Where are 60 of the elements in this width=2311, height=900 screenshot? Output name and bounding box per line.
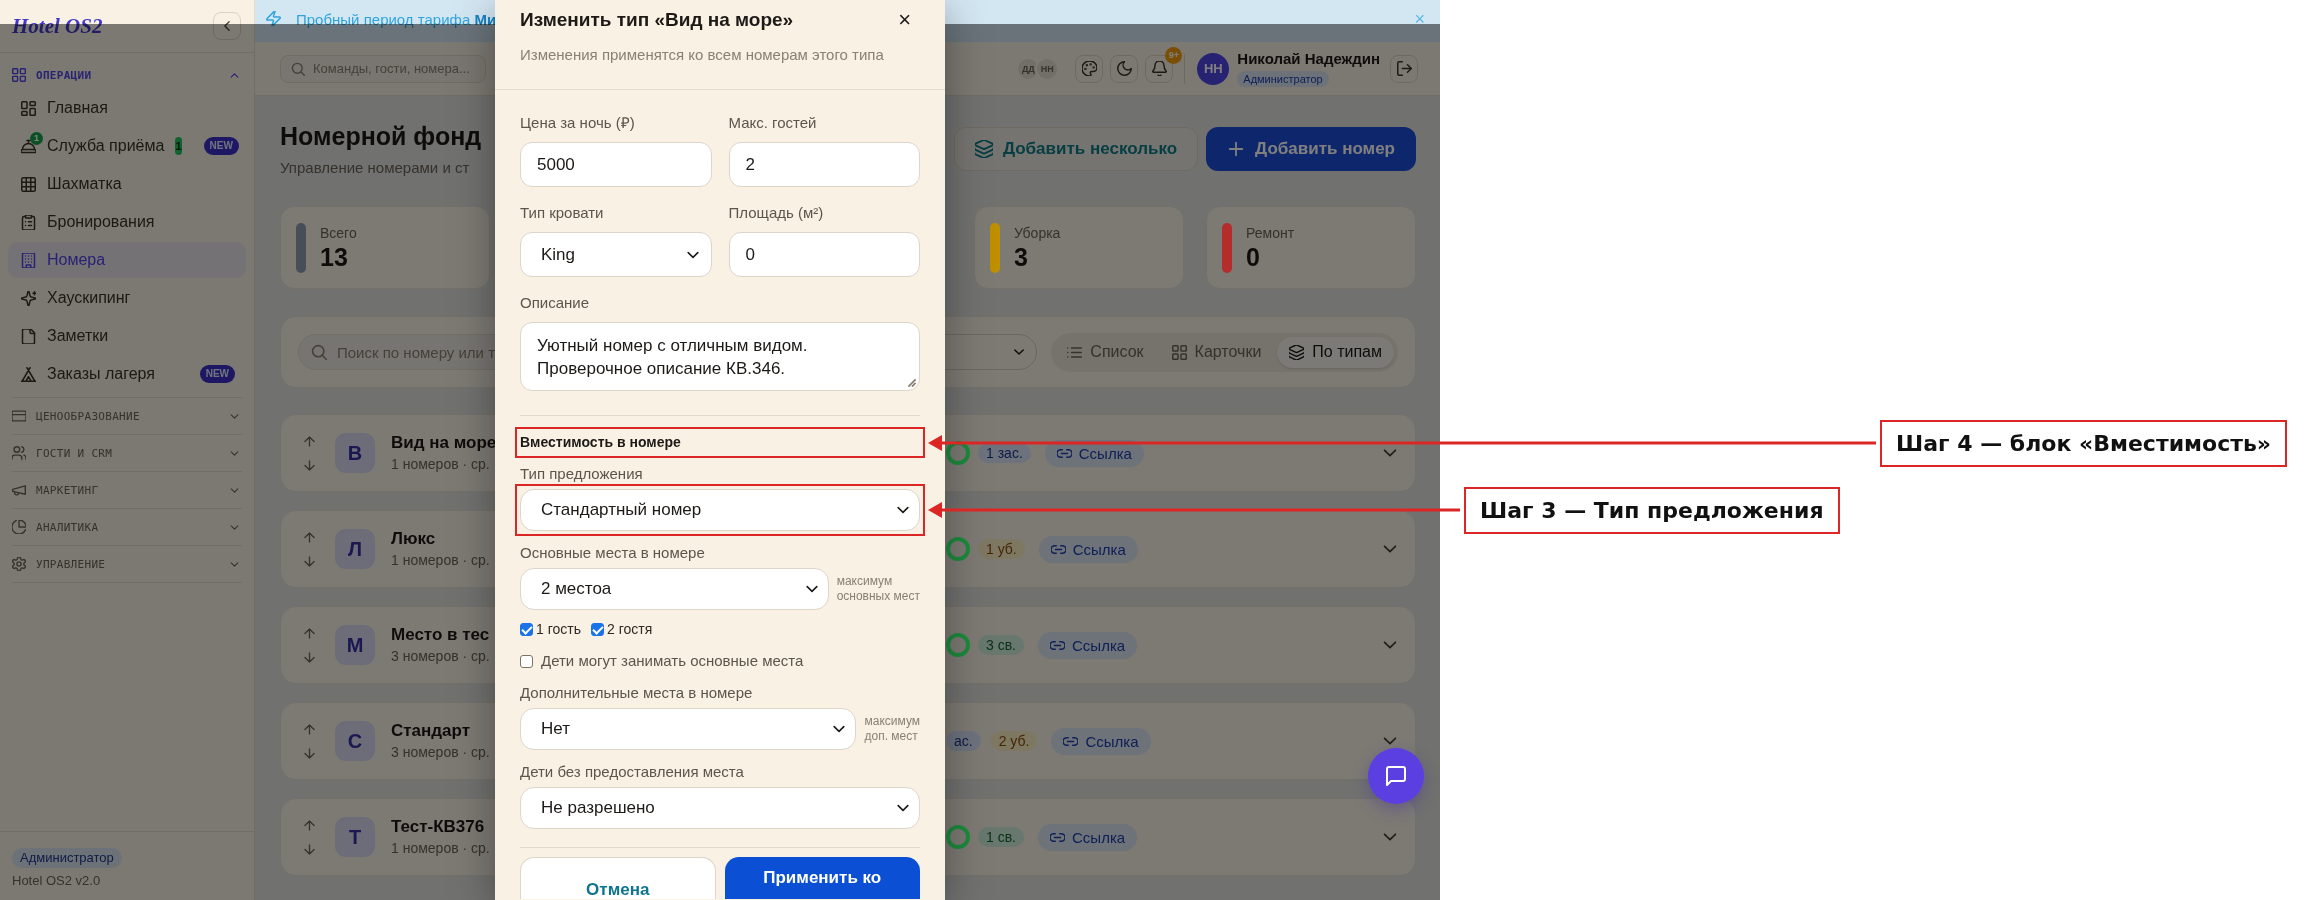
room-type-meta: 1 номеров · ср.: [391, 839, 490, 858]
status-badge: 1 св.: [978, 827, 1024, 847]
room-type-meta: 1 номеров · ср.: [391, 455, 490, 474]
status-badge: 1 уб.: [978, 539, 1025, 559]
checkbox-label: 1 гость: [536, 620, 581, 638]
new-badge: NEW: [199, 365, 235, 383]
page-title: Номерной фонд: [280, 121, 482, 152]
status-badge: 3 св.: [978, 635, 1024, 655]
type-avatar: Л: [335, 529, 375, 569]
notification-badge: 1: [30, 131, 43, 145]
room-type-meta: 1 номеров · ср.: [391, 551, 490, 570]
stat-value: 3: [1014, 241, 1029, 272]
field-label: Дети без предоставления места: [520, 763, 745, 781]
type-avatar: С: [335, 721, 375, 761]
new-badge: NEW: [203, 137, 239, 155]
step-callout: Шаг 3 — Тип предложения: [1464, 486, 1840, 534]
page-subtitle: Управление номерами и ст: [280, 159, 471, 177]
field-label: Тип предложения: [520, 465, 644, 483]
version-text: Hotel OS2 v2.0: [12, 872, 101, 890]
room-type-name: Стандарт: [391, 720, 471, 741]
step-callout: Шаг 4 — блок «Вместимость»: [1880, 419, 2288, 467]
field-label: Площадь (м²): [728, 204, 825, 222]
stat-label: Уборка: [1014, 223, 1061, 242]
section-heading: Вместимость в номере: [520, 433, 681, 452]
count-badge: 1: [175, 137, 182, 155]
role-badge: Администратор: [1237, 71, 1329, 87]
checkbox-label: 2 гостя: [606, 620, 653, 638]
user-avatar: НН: [1197, 52, 1230, 85]
field-label: Макс. гостей: [728, 114, 818, 132]
type-avatar: М: [335, 625, 375, 665]
type-avatar: В: [335, 433, 375, 473]
hint-text: максимум доп. мест: [864, 714, 920, 744]
status-badge: 1 зас.: [978, 443, 1031, 463]
checkbox-label: Дети могут занимать основные места: [541, 652, 804, 670]
type-avatar: Т: [335, 817, 375, 857]
stat-label: Всего: [320, 223, 357, 242]
banner-text: Пробный период тарифа Ми: [296, 11, 497, 28]
room-type-name: Тест-КВ376: [391, 816, 485, 837]
stat-value: 0: [1246, 241, 1261, 272]
presence-avatar: НН: [1035, 56, 1060, 81]
stat-value: 13: [320, 241, 349, 272]
room-type-name: Вид на море: [391, 432, 497, 453]
modal-subtitle: Изменения применятся ко всем номерам этого типа: [520, 46, 885, 64]
field-label: Основные места в номере: [520, 544, 706, 562]
notification-badge: 9+: [1165, 46, 1183, 64]
room-type-meta: 3 номеров · ср.: [391, 647, 490, 666]
field-label: Дополнительные места в номере: [520, 684, 754, 702]
user-name: Николай Надеждин: [1237, 50, 1380, 68]
modal-title: Изменить тип «Вид на море»: [520, 8, 794, 32]
stat-label: Ремонт: [1246, 223, 1295, 242]
status-badge: 2 уб.: [990, 731, 1038, 751]
room-type-name: Место в тес: [391, 624, 490, 645]
field-label: Цена за ночь (₽): [520, 114, 636, 132]
room-type-meta: 3 номеров · ср.: [391, 743, 490, 762]
role-badge: Администратор: [12, 848, 122, 868]
field-label: Тип кровати: [520, 204, 605, 222]
status-badge: ас.: [946, 731, 981, 751]
hint-text: максимум основных мест: [836, 574, 920, 604]
room-type-name: Люкс: [391, 528, 436, 549]
field-label: Описание: [520, 294, 591, 312]
